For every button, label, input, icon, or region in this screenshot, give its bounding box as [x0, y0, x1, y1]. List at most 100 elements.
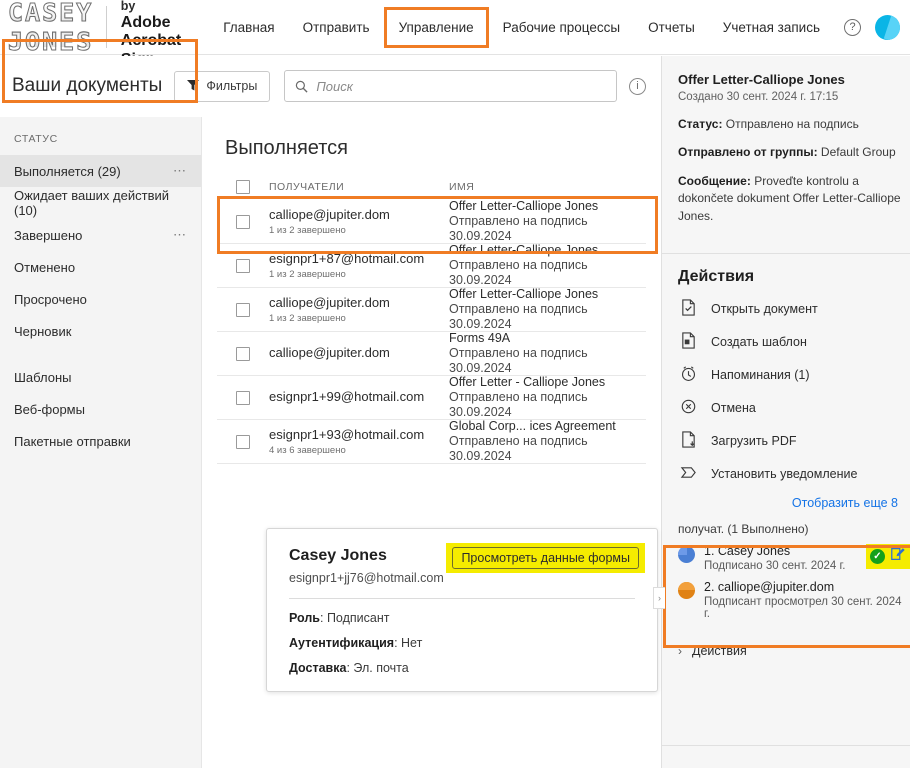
document-title: Offer Letter-Calliope Jones [449, 243, 599, 258]
detail-document-title: Offer Letter-Calliope Jones [678, 72, 845, 87]
filters-button[interactable]: Фильтры [174, 70, 271, 102]
row-checkbox[interactable] [236, 390, 250, 405]
nav-item-home[interactable]: Главная [209, 12, 288, 43]
recipient-status-icons-highlight: ✓ [866, 544, 910, 570]
search-input[interactable] [316, 78, 606, 94]
sidebar-item-menu-icon[interactable]: ⋯ [173, 227, 187, 243]
action-label: Создать шаблон [711, 334, 807, 349]
action-cancel[interactable]: Отмена [662, 391, 910, 424]
recipient-entry[interactable]: 2. calliope@jupiter.dom Подписант просмо… [662, 580, 910, 620]
bottom-actions-section[interactable]: › Действия [662, 628, 910, 658]
action-set-notification[interactable]: Установить уведомление [662, 457, 910, 490]
show-more-actions-link[interactable]: Отобразить еще 8 [662, 490, 910, 510]
row-select-cell [217, 346, 269, 361]
main-nav: Главная Отправить Управление Рабочие про… [209, 6, 910, 48]
row-recipient: calliope@jupiter.dom 1 из 2 завершено [269, 295, 449, 324]
nav-item-send[interactable]: Отправить [289, 12, 384, 43]
card-delivery: Доставка: Эл. почта [289, 661, 409, 675]
edit-signature-icon[interactable] [890, 546, 906, 567]
row-checkbox[interactable] [236, 434, 250, 449]
row-name: Offer Letter-Calliope Jones Отправлено н… [449, 199, 646, 243]
card-auth: Аутентификация: Нет [289, 636, 423, 650]
documents-subheader: Ваши документы Фильтры i [0, 56, 660, 116]
create-template-icon [680, 332, 697, 352]
sidebar-item-menu-icon[interactable]: ⋯ [173, 163, 187, 179]
sidebar-item-label: Просрочено [14, 291, 87, 307]
recipient-email: calliope@jupiter.dom [269, 295, 390, 310]
table-row[interactable]: calliope@jupiter.dom Forms 49A Отправлен… [217, 331, 646, 376]
card-role-value: Подписант [326, 611, 390, 625]
filters-label: Фильтры [206, 79, 258, 93]
recipient-entry[interactable]: 1. Casey Jones Подписано 30 сент. 2024 г… [662, 544, 910, 572]
row-checkbox[interactable] [236, 346, 250, 361]
select-all-checkbox[interactable] [236, 180, 250, 194]
table-row[interactable]: esignpr1+93@hotmail.com 4 из 6 завершено… [217, 419, 646, 464]
sidebar-item-overdue[interactable]: Просрочено [0, 283, 201, 315]
sidebar-item-web-forms[interactable]: Веб-формы [0, 393, 201, 425]
view-form-data-button[interactable]: Просмотреть данные формы [452, 547, 639, 569]
table-header-row: ПОЛУЧАТЕЛИ ИМЯ [217, 174, 646, 200]
row-checkbox[interactable] [236, 302, 250, 317]
column-header-name: ИМЯ [449, 181, 475, 193]
sidebar-item-label: Выполняется (29) [14, 163, 121, 179]
sidebar-item-canceled[interactable]: Отменено [0, 251, 201, 283]
signed-check-icon: ✓ [870, 549, 885, 565]
document-status: Отправлено на подпись [449, 258, 588, 273]
recipient-texts: 1. Casey Jones Подписано 30 сент. 2024 г… [704, 544, 846, 572]
avatar[interactable] [875, 14, 900, 40]
help-icon[interactable]: ? [844, 18, 861, 36]
table-row[interactable]: esignpr1+87@hotmail.com 1 из 2 завершено… [217, 243, 646, 288]
nav-item-account[interactable]: Учетная запись [709, 12, 834, 43]
recipients-heading: получат. (1 Выполнено) [678, 522, 809, 537]
detail-group-label: Отправлено от группы: [678, 145, 818, 159]
recipient-email: esignpr1+93@hotmail.com [269, 427, 425, 442]
row-select-cell [217, 214, 269, 229]
row-name: Forms 49A Отправлено на подпись 30.09.20… [449, 331, 646, 375]
detail-message: Сообщение: Proveďte kontrolu a dokončete… [678, 173, 910, 225]
sidebar-item-draft[interactable]: Черновик [0, 315, 201, 347]
sidebar-item-label: Ожидает ваших действий (10) [14, 188, 170, 218]
action-label: Отмена [711, 400, 756, 415]
sidebar-item-completed[interactable]: Завершено ⋯ [0, 219, 201, 251]
document-title: Offer Letter-Calliope Jones [449, 287, 599, 302]
recipient-email: esignpr1+99@hotmail.com [269, 388, 425, 404]
sidebar-item-in-progress[interactable]: Выполняется (29) ⋯ [0, 155, 201, 187]
action-reminders[interactable]: Напоминания (1) [662, 358, 910, 391]
row-checkbox[interactable] [236, 258, 250, 273]
card-auth-label: Аутентификация [289, 636, 395, 650]
nav-item-manage[interactable]: Управление [383, 6, 489, 48]
nav-item-reports[interactable]: Отчеты [634, 12, 709, 43]
row-checkbox[interactable] [236, 214, 250, 229]
document-title: Forms 49A [449, 331, 511, 346]
card-recipient-email: esignpr1+jj76@hotmail.com [289, 571, 444, 585]
page-title: Ваши документы [12, 75, 163, 96]
view-form-data-highlight: Просмотреть данные формы [446, 543, 645, 573]
sidebar-item-waiting-for-you[interactable]: Ожидает ваших действий (10) [0, 187, 201, 219]
info-icon[interactable]: i [629, 77, 646, 95]
sidebar-item-bulk-send[interactable]: Пакетные отправки [0, 425, 201, 457]
sidebar-item-label: Веб-формы [14, 401, 85, 417]
nav-item-workflows[interactable]: Рабочие процессы [489, 12, 634, 43]
bottom-actions-label: Действия [692, 644, 747, 659]
document-title: Global Corp... ices Agreement [449, 419, 616, 434]
panel-collapse-toggle[interactable]: › [653, 587, 665, 609]
card-role: Роль: Подписант [289, 611, 390, 625]
action-create-template[interactable]: Создать шаблон [662, 325, 910, 358]
table-row[interactable]: esignpr1+99@hotmail.com Offer Letter - C… [217, 375, 646, 420]
document-title: Offer Letter - Calliope Jones [449, 375, 606, 390]
sidebar-item-templates[interactable]: Шаблоны [0, 361, 201, 393]
detail-group-value: Default Group [820, 145, 896, 159]
recipient-progress: 1 из 2 завершено [269, 269, 346, 280]
table-row[interactable]: calliope@jupiter.dom 1 из 2 завершено Of… [217, 199, 646, 244]
action-label: Установить уведомление [711, 466, 858, 481]
recipient-avatar-icon [678, 582, 695, 600]
open-document-icon [680, 299, 697, 319]
action-open-document[interactable]: Открыть документ [662, 292, 910, 325]
action-download-pdf[interactable]: Загрузить PDF [662, 424, 910, 457]
document-status: Отправлено на подпись [449, 434, 588, 449]
document-date: 30.09.2024 [449, 316, 512, 331]
search-box[interactable] [284, 70, 617, 102]
row-name: Offer Letter-Calliope Jones Отправлено н… [449, 287, 646, 331]
reminder-clock-icon [680, 365, 697, 385]
table-row[interactable]: calliope@jupiter.dom 1 из 2 завершено Of… [217, 287, 646, 332]
